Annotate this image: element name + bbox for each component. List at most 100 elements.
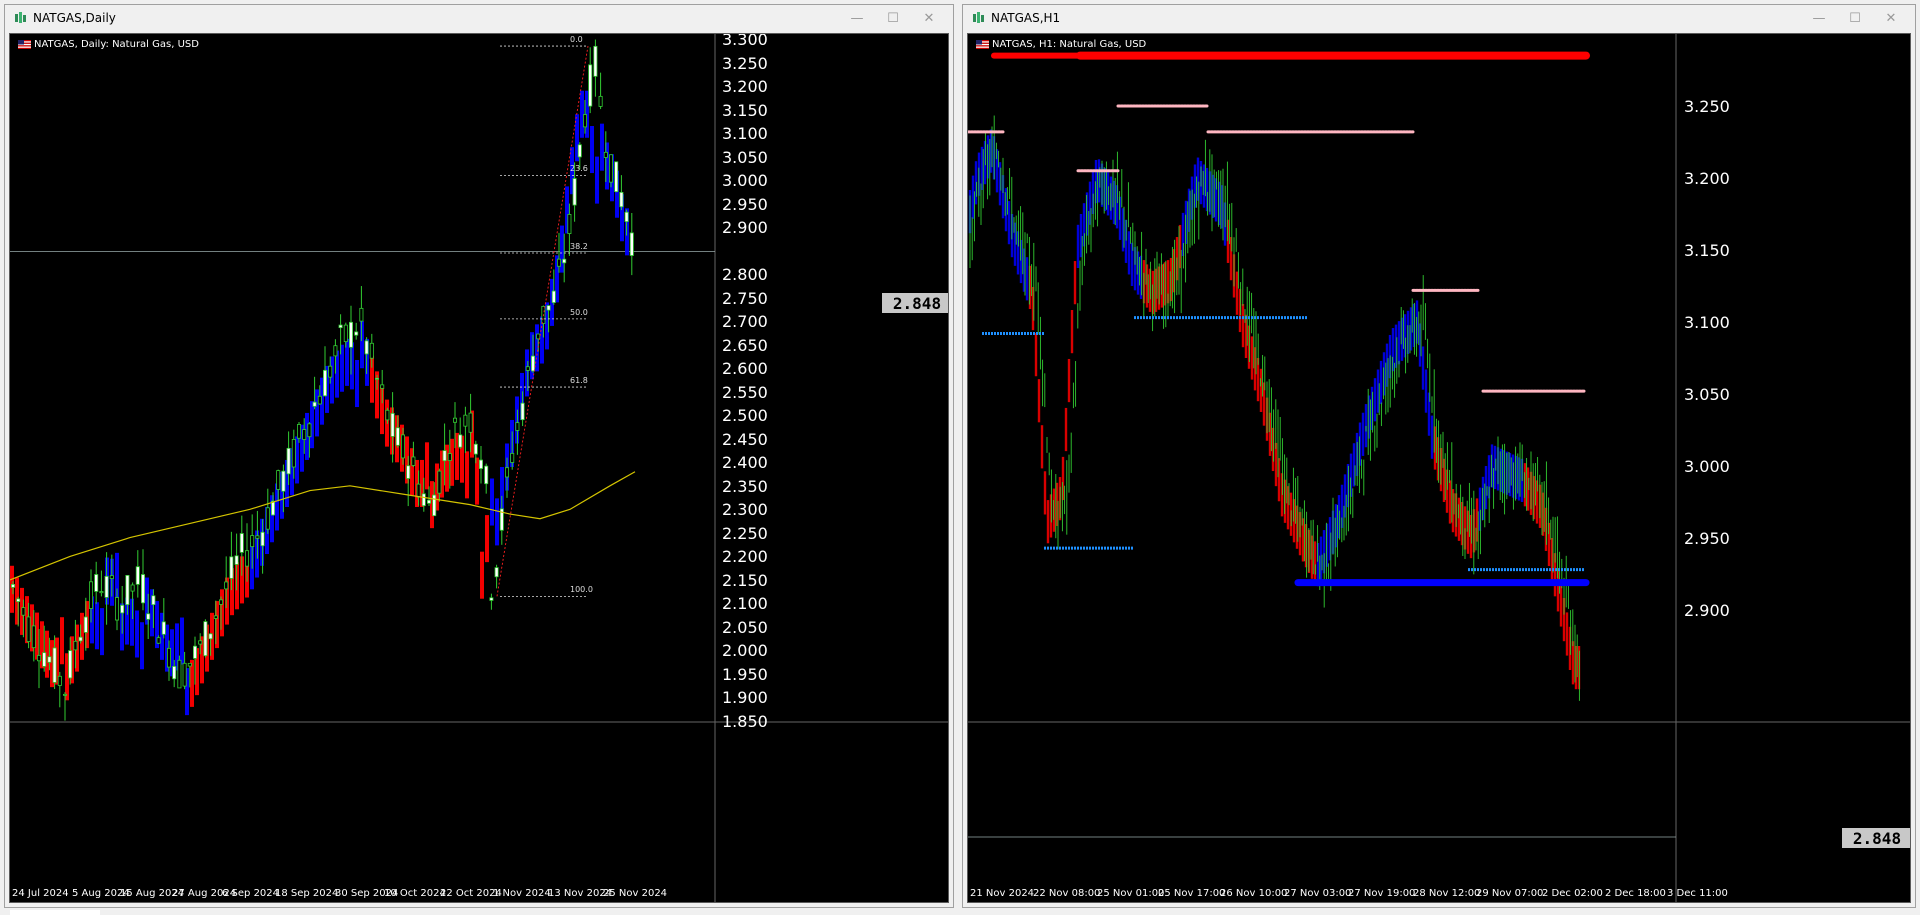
y-tick-label: 3.000 xyxy=(1684,457,1730,476)
candle-body xyxy=(333,345,338,357)
candle-body xyxy=(68,650,73,679)
candle-body xyxy=(463,414,468,427)
window-title: NATGAS,Daily xyxy=(33,11,116,25)
window-titlebar[interactable]: NATGAS,H1 — ☐ ✕ xyxy=(963,5,1915,31)
y-tick-label: 3.150 xyxy=(722,100,768,120)
y-tick-label: 3.200 xyxy=(1684,169,1730,188)
candle-body xyxy=(125,574,130,605)
y-tick-label: 2.750 xyxy=(722,288,768,308)
candle-body xyxy=(525,366,530,371)
candle-body xyxy=(437,470,442,494)
x-tick-label: 25 Nov 2024 xyxy=(603,888,668,899)
y-tick-label: 2.050 xyxy=(722,617,768,637)
candle-body xyxy=(619,191,624,208)
x-tick-label: 2 Dec 02:00 xyxy=(1542,888,1603,899)
candle-body xyxy=(468,412,473,433)
candle-body xyxy=(239,533,244,553)
chart-window-h1[interactable]: NATGAS,H1 — ☐ ✕ NATGAS, H1: Natural Gas,… xyxy=(962,4,1916,908)
candle-body xyxy=(494,567,499,578)
current-price-box: 2.848 xyxy=(1842,828,1910,848)
candle-body xyxy=(250,535,255,548)
candle-body xyxy=(473,443,478,455)
x-tick-label: 24 Jul 2024 xyxy=(12,888,69,899)
candle-body xyxy=(515,422,520,431)
y-tick-label: 2.250 xyxy=(722,523,768,543)
candle-body xyxy=(588,64,593,107)
candle-body xyxy=(115,597,120,621)
chart-canvas-h1[interactable]: NATGAS, H1: Natural Gas, USD 2.848 3.250… xyxy=(967,33,1911,903)
candle-body xyxy=(140,574,145,604)
candle-body xyxy=(224,581,229,590)
candle-body xyxy=(286,447,291,475)
minimize-button[interactable]: — xyxy=(839,5,875,31)
candle-body xyxy=(312,401,317,407)
candle-body xyxy=(364,340,369,355)
y-tick-label: 3.250 xyxy=(1684,97,1730,116)
candle-body xyxy=(276,470,281,490)
maximize-button[interactable]: ☐ xyxy=(1837,5,1873,31)
candle-body xyxy=(10,583,16,588)
candle-body xyxy=(265,507,270,530)
candle-body xyxy=(52,647,57,683)
candle-body xyxy=(291,438,296,468)
x-tick-label: 25 Nov 01:00 xyxy=(1097,888,1165,899)
candle-body xyxy=(447,453,452,461)
candle-body xyxy=(510,453,515,463)
candle-body xyxy=(234,555,239,565)
close-button[interactable]: ✕ xyxy=(911,5,947,31)
candle-body xyxy=(203,621,208,657)
candle-body xyxy=(177,659,182,689)
window-title: NATGAS,H1 xyxy=(991,11,1061,25)
candle-body xyxy=(317,395,322,405)
candle-body xyxy=(120,604,125,614)
x-tick-label: 21 Nov 2024 xyxy=(970,888,1035,899)
y-tick-label: 2.900 xyxy=(1684,601,1730,620)
candle-body xyxy=(478,459,483,469)
close-button[interactable]: ✕ xyxy=(1873,5,1909,31)
candle-body xyxy=(603,151,608,158)
y-tick-label: 2.100 xyxy=(722,594,768,614)
window-titlebar[interactable]: NATGAS,Daily — ☐ ✕ xyxy=(5,5,953,31)
y-tick-label: 2.700 xyxy=(722,312,768,332)
y-tick-label: 2.450 xyxy=(722,429,768,449)
chart-canvas-daily[interactable]: NATGAS, Daily: Natural Gas, USD 2.848 3.… xyxy=(9,33,949,903)
chart-window-icon xyxy=(973,12,984,23)
x-tick-label: 10 Oct 2024 xyxy=(384,888,446,899)
maximize-button[interactable]: ☐ xyxy=(875,5,911,31)
candle-body xyxy=(218,599,223,605)
x-tick-label: 2 Dec 18:00 xyxy=(1605,888,1666,899)
candle-body xyxy=(328,365,333,378)
candle-body xyxy=(572,178,577,206)
candle-body xyxy=(406,465,411,479)
bottom-tab-strip[interactable] xyxy=(10,910,100,915)
candle-body xyxy=(229,556,234,579)
x-tick-label: 26 Nov 10:00 xyxy=(1220,888,1288,899)
candle-body xyxy=(489,597,494,601)
candle-body xyxy=(99,591,104,594)
y-tick-label: 2.950 xyxy=(1684,529,1730,548)
candle-body xyxy=(281,470,286,492)
candle-body xyxy=(63,693,68,696)
fibonacci-level-label: 50.0 xyxy=(570,307,588,317)
candle-body xyxy=(369,342,374,359)
candle-body xyxy=(42,652,47,667)
fibonacci-level-label: 23.6 xyxy=(570,164,588,174)
y-tick-label: 2.600 xyxy=(722,359,768,379)
fibonacci-level-label: 38.2 xyxy=(570,242,588,251)
candle-body xyxy=(244,550,249,567)
y-tick-label: 3.050 xyxy=(722,147,768,167)
y-tick-label: 2.900 xyxy=(722,218,768,238)
minimize-button[interactable]: — xyxy=(1801,5,1837,31)
candle-body xyxy=(598,95,603,107)
candle-body xyxy=(359,307,364,322)
candle-body xyxy=(416,483,421,498)
candle-body xyxy=(593,45,598,77)
candle-body xyxy=(395,427,400,446)
candle-body xyxy=(374,377,379,380)
candle-body xyxy=(442,450,447,462)
y-tick-label: 3.300 xyxy=(722,33,768,49)
candle-body xyxy=(426,499,431,504)
x-tick-label: 1 Nov 2024 xyxy=(493,888,551,899)
chart-window-daily[interactable]: NATGAS,Daily — ☐ ✕ NATGAS, Daily: Natura… xyxy=(4,4,954,908)
x-tick-label: 6 Sep 2024 xyxy=(222,888,280,899)
